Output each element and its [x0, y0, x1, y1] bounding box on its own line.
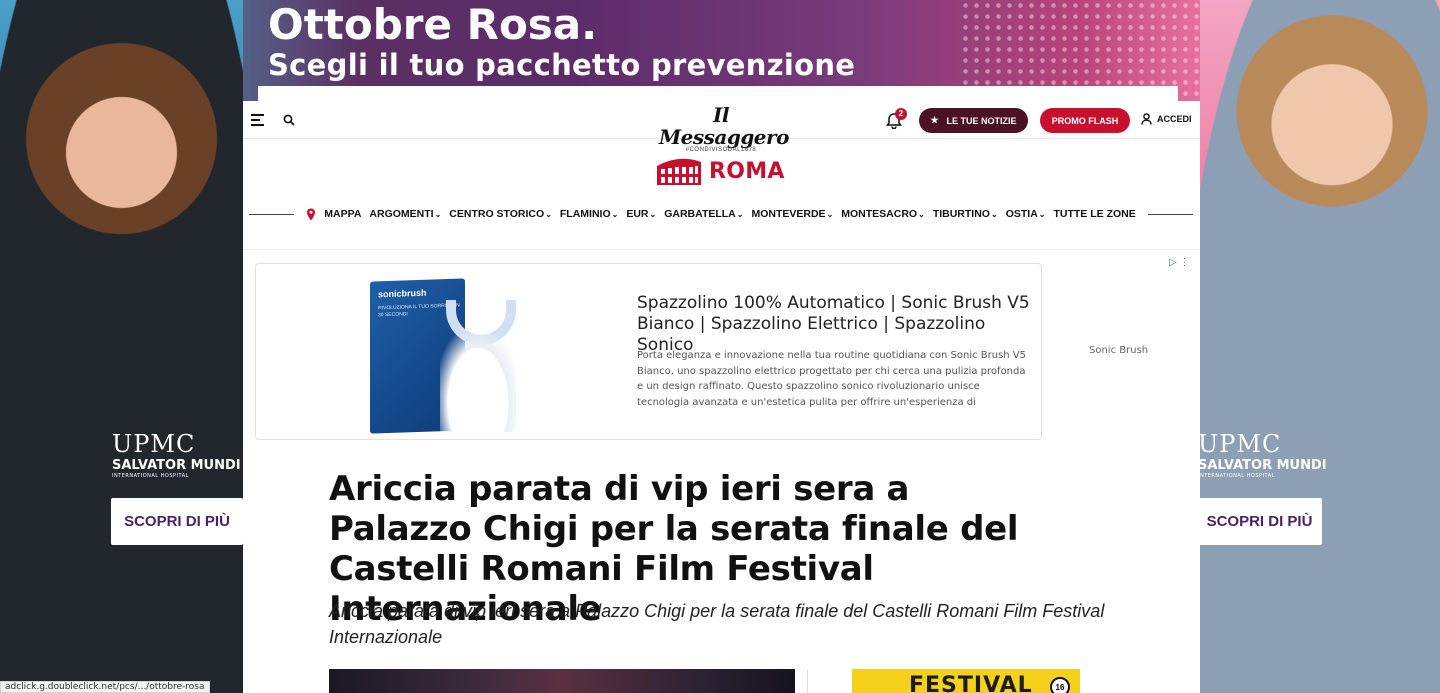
chevron-down-icon: ⌄ [736, 209, 744, 219]
sponsored-description: Porta eleganza e innovazione nella tua r… [637, 350, 1027, 408]
ad-brand: UPMC [1198, 430, 1282, 458]
nav-item-label: TIBURTINO [932, 208, 990, 220]
column-divider [807, 669, 808, 693]
your-news-button[interactable]: ★ LE TUE NOTIZIE [919, 108, 1028, 133]
nav-item-eur[interactable]: EUR ⌄ [626, 208, 656, 220]
article-photo[interactable] [329, 669, 795, 693]
ad-woman-left-image[interactable] [0, 0, 243, 693]
nav-item-label: MONTEVERDE [751, 208, 826, 220]
age-badge: 16 [1050, 677, 1070, 693]
user-icon [1141, 113, 1152, 125]
login-button[interactable]: ACCEDI [1141, 113, 1192, 125]
nav-items: MAPPA ARGOMENTI ⌄ CENTRO STORICO ⌄ FLAMINIO ⌄ E… [294, 208, 1147, 221]
search-icon[interactable] [283, 114, 295, 126]
your-news-label: LE TUE NOTIZIE [946, 115, 1017, 126]
chevron-down-icon: ⌄ [1038, 209, 1046, 219]
ad-logo-right: UPMC SALVATOR MUNDI INTERNATIONAL HOSPIT… [1198, 430, 1327, 479]
nav-item-label: MONTESACRO [841, 208, 918, 220]
nav-item-tutte-le-zone[interactable]: TUTTE LE ZONE [1053, 208, 1135, 220]
sponsored-card[interactable]: sonicbrush RIVOLUZIONA IL TUO SORRISO IN… [255, 263, 1042, 440]
site-header: Il Messaggero #CONDIVISODAL1878 2 ★ LE T… [243, 101, 1200, 153]
chevron-down-icon: ⌄ [611, 209, 619, 219]
nav-item-monteverde[interactable]: MONTEVERDE ⌄ [751, 208, 833, 220]
ad-cta-button-left[interactable]: SCOPRI DI PIÙ [111, 498, 243, 545]
nav-item-label: MAPPA [324, 208, 362, 220]
ad-hospital: SALVATOR MUNDI [1198, 458, 1327, 473]
logo-name: Il Messaggero [659, 103, 789, 149]
nav-item-montesacro[interactable]: MONTESACRO ⌄ [841, 208, 925, 220]
chevron-down-icon: ⌄ [434, 209, 442, 219]
article-subheadline: Ariccia parata di vip ieri sera a Palazz… [329, 601, 1105, 647]
chevron-down-icon: ⌄ [826, 209, 834, 219]
chevron-down-icon: ⌄ [545, 209, 552, 219]
ad-headline-title: Ottobre Rosa. [268, 0, 598, 49]
nav-item-label: ARGOMENTI [369, 208, 434, 220]
ad-hospital: SALVATOR MUNDI [112, 458, 241, 473]
nav-item-label: TUTTE LE ZONE [1053, 208, 1136, 220]
map-pin-icon [307, 208, 316, 220]
nav-item-label: EUR [626, 208, 649, 220]
ad-logo-left: UPMC SALVATOR MUNDI INTERNATIONAL HOSPIT… [112, 430, 241, 479]
nav-item-label: GARBATELLA [664, 208, 736, 220]
festival-ad[interactable]: FESTIVAL 16 [852, 669, 1080, 693]
notification-badge: 2 [895, 108, 907, 120]
ad-cta-button-right[interactable]: SCOPRI DI PIÙ [1197, 498, 1322, 545]
star-icon: ★ [930, 115, 939, 125]
sponsored-advertiser[interactable]: Sonic Brush [1089, 345, 1148, 356]
product-image[interactable]: sonicbrush RIVOLUZIONA IL TUO SORRISO IN… [368, 278, 518, 434]
nav-separator [243, 249, 1200, 250]
section-logo[interactable]: ROMA [655, 156, 785, 186]
nav-item-label: CENTRO STORICO [449, 208, 545, 220]
nav-item-flaminio[interactable]: FLAMINIO ⌄ [560, 208, 618, 220]
chevron-down-icon: ⌄ [990, 209, 998, 219]
nav-item-centro-storico[interactable]: CENTRO STORICO ⌄ [449, 208, 552, 220]
ad-headline[interactable]: Ottobre Rosa. Scegli il tuo pacchetto pr… [268, 0, 855, 80]
nav-item-label: OSTIA [1005, 208, 1038, 220]
nav-item-garbatella[interactable]: GARBATELLA ⌄ [664, 208, 743, 220]
nav-item-ostia[interactable]: OSTIA ⌄ [1006, 208, 1046, 220]
ad-hospital-sub: INTERNATIONAL HOSPITAL [1198, 473, 1275, 479]
nav-rule-left [249, 213, 295, 215]
sponsored-title[interactable]: Spazzolino 100% Automatico | Sonic Brush… [637, 293, 1037, 356]
site-logo[interactable]: Il Messaggero #CONDIVISODAL1878 [659, 103, 789, 153]
chevron-down-icon: ⌄ [649, 209, 657, 219]
nav-rule-right [1147, 213, 1193, 215]
nav-item-tiburtino[interactable]: TIBURTINO ⌄ [933, 208, 998, 220]
ad-woman-right-image[interactable] [1200, 0, 1440, 693]
nav-item-argomenti[interactable]: ARGOMENTI ⌄ [369, 208, 441, 220]
ad-headline-subline: Scegli il tuo pacchetto prevenzione [268, 48, 856, 82]
nav-item-mappa[interactable]: MAPPA [324, 208, 361, 220]
site-top-strip [258, 86, 1178, 101]
section-title: ROMA [709, 158, 785, 184]
site-container: Il Messaggero #CONDIVISODAL1878 2 ★ LE T… [243, 101, 1200, 693]
hamburger-menu-icon[interactable] [251, 114, 264, 126]
nav-item-label: FLAMINIO [559, 208, 611, 220]
toothbrush-base [440, 334, 516, 432]
chevron-down-icon: ⌄ [918, 209, 925, 219]
status-bar-url: adclick.g.doubleclick.net/pcs/.../ottobr… [0, 681, 210, 693]
login-label: ACCEDI [1157, 114, 1192, 124]
promo-flash-button[interactable]: PROMO FLASH [1040, 108, 1130, 133]
adchoices-icon[interactable]: ▷ ⋮ [1169, 257, 1189, 268]
colosseum-icon [657, 158, 701, 185]
festival-ad-text: FESTIVAL [909, 673, 1033, 693]
ad-brand: UPMC [112, 430, 196, 458]
section-nav: MAPPA ARGOMENTI ⌄ CENTRO STORICO ⌄ FLAMINIO ⌄ E… [249, 206, 1193, 222]
ad-hospital-sub: INTERNATIONAL HOSPITAL [112, 473, 189, 479]
